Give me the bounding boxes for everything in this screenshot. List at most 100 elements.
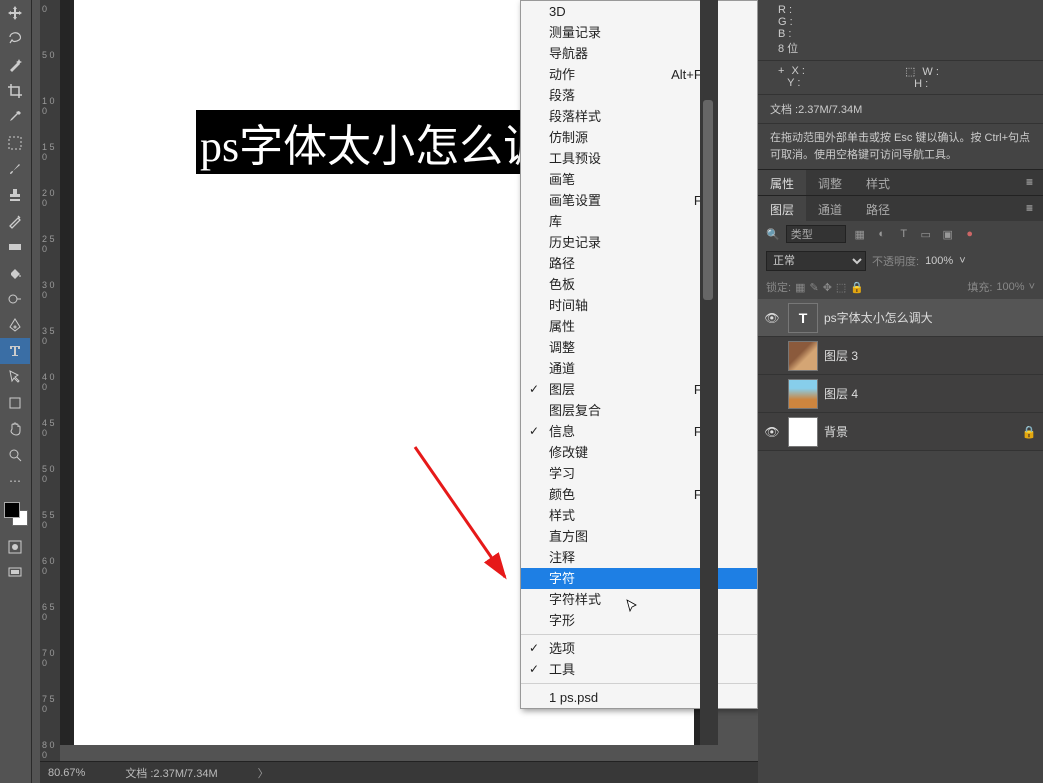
tab-adjustments[interactable]: 调整 <box>806 170 854 195</box>
menu-item[interactable]: ✓工具 <box>521 659 757 680</box>
lock-paint-icon[interactable]: ✎ <box>809 281 818 294</box>
layer-name[interactable]: 图层 3 <box>824 347 1039 364</box>
menu-item[interactable]: 路径 <box>521 253 757 274</box>
menu-item[interactable]: 工具预设 <box>521 148 757 169</box>
menu-item[interactable]: 图层复合 <box>521 400 757 421</box>
eyedropper-tool[interactable] <box>0 104 30 130</box>
dodge-tool[interactable] <box>0 286 30 312</box>
tab-channels[interactable]: 通道 <box>806 196 854 221</box>
menu-item[interactable]: 学习 <box>521 463 757 484</box>
more-tools-icon[interactable]: ⋯ <box>0 468 30 494</box>
visibility-toggle[interactable]: 👁 <box>762 311 782 325</box>
menu-item[interactable]: 仿制源 <box>521 127 757 148</box>
layer-row[interactable]: 👁 Tps字体太小怎么调大 <box>758 299 1043 337</box>
chevron-down-icon[interactable]: ˅ <box>959 255 965 267</box>
menu-item[interactable]: 属性 <box>521 316 757 337</box>
menu-item[interactable]: 导航器 <box>521 43 757 64</box>
brush-tool[interactable] <box>0 156 30 182</box>
menu-item[interactable]: 动作Alt+F9 <box>521 64 757 85</box>
gradient-tool[interactable] <box>0 234 30 260</box>
filter-image-icon[interactable]: ▦ <box>852 226 868 242</box>
history-brush-tool[interactable] <box>0 208 30 234</box>
panel-menu-icon[interactable]: ≡ <box>1016 170 1043 195</box>
opacity-value[interactable]: 100% <box>925 255 953 267</box>
path-select-tool[interactable] <box>0 364 30 390</box>
menu-item[interactable]: 时间轴 <box>521 295 757 316</box>
bucket-tool[interactable] <box>0 260 30 286</box>
tab-styles[interactable]: 样式 <box>854 170 902 195</box>
menu-item[interactable]: ✓图层F7 <box>521 379 757 400</box>
menu-item[interactable]: 颜色F6 <box>521 484 757 505</box>
layer-row[interactable]: 图层 4 <box>758 375 1043 413</box>
filter-adjust-icon[interactable]: ◐ <box>874 226 890 242</box>
lock-transparency-icon[interactable]: ▦ <box>795 281 805 294</box>
status-chevron-icon[interactable]: 〉 <box>258 765 269 781</box>
menu-separator <box>521 634 757 635</box>
menu-item[interactable]: 修改键 <box>521 442 757 463</box>
move-tool[interactable] <box>0 0 30 26</box>
menu-item[interactable]: 1 ps.psd <box>521 687 757 708</box>
menu-item[interactable]: 通道 <box>521 358 757 379</box>
menu-item[interactable]: 历史记录 <box>521 232 757 253</box>
lock-all-icon[interactable]: 🔒 <box>850 281 864 294</box>
menu-item[interactable]: 直方图 <box>521 526 757 547</box>
layer-name[interactable]: 图层 4 <box>824 385 1039 402</box>
layer-row[interactable]: 👁背景🔒 <box>758 413 1043 451</box>
layer-thumbnail[interactable] <box>788 417 818 447</box>
tab-properties[interactable]: 属性 <box>758 170 806 195</box>
wand-tool[interactable] <box>0 52 30 78</box>
crop-tool[interactable] <box>0 78 30 104</box>
menu-item[interactable]: 色板 <box>521 274 757 295</box>
shape-tool[interactable] <box>0 390 30 416</box>
marquee-tool[interactable] <box>0 130 30 156</box>
fill-value[interactable]: 100% <box>996 281 1024 293</box>
menu-item[interactable]: 测量记录 <box>521 22 757 43</box>
lock-nested-icon[interactable]: ⬚ <box>836 281 846 294</box>
pen-tool[interactable] <box>0 312 30 338</box>
menu-item[interactable]: 字形 <box>521 610 757 631</box>
menu-item[interactable]: 画笔设置F5 <box>521 190 757 211</box>
panel-menu-icon[interactable]: ≡ <box>1016 196 1043 221</box>
filter-shape-icon[interactable]: ▭ <box>918 226 934 242</box>
layer-filter-select[interactable] <box>786 225 846 243</box>
filter-toggle-icon[interactable]: ● <box>962 226 978 242</box>
menu-item[interactable]: 库 <box>521 211 757 232</box>
menu-item[interactable]: ✓选项 <box>521 638 757 659</box>
layer-thumbnail[interactable] <box>788 379 818 409</box>
scroll-thumb[interactable] <box>703 100 713 300</box>
screen-mode-tool[interactable] <box>0 560 30 586</box>
menu-item[interactable]: 3D <box>521 1 757 22</box>
layer-name[interactable]: ps字体太小怎么调大 <box>824 309 1039 326</box>
stamp-tool[interactable] <box>0 182 30 208</box>
menu-item[interactable]: 样式 <box>521 505 757 526</box>
filter-smart-icon[interactable]: ▣ <box>940 226 956 242</box>
menu-item[interactable]: 段落样式 <box>521 106 757 127</box>
chevron-down-icon[interactable]: ˅ <box>1029 281 1035 293</box>
layer-thumbnail[interactable] <box>788 341 818 371</box>
zoom-value[interactable]: 80.67% <box>48 767 85 779</box>
menu-item[interactable]: 画笔 <box>521 169 757 190</box>
menu-item[interactable]: 段落 <box>521 85 757 106</box>
layer-name[interactable]: 背景 <box>824 423 1019 440</box>
type-tool[interactable] <box>0 338 30 364</box>
menu-item[interactable]: ✓信息F8 <box>521 421 757 442</box>
filter-type-icon[interactable]: T <box>896 226 912 242</box>
blend-mode-select[interactable]: 正常 <box>766 251 866 271</box>
vertical-scrollbar[interactable] <box>700 0 718 745</box>
visibility-toggle[interactable]: 👁 <box>762 425 782 439</box>
layer-thumbnail[interactable]: T <box>788 303 818 333</box>
menu-item[interactable]: 调整 <box>521 337 757 358</box>
hand-tool[interactable] <box>0 416 30 442</box>
text-layer-content[interactable]: ps字体太小怎么调 <box>196 110 551 174</box>
zoom-tool[interactable] <box>0 442 30 468</box>
menu-item[interactable]: 字符 <box>521 568 757 589</box>
tab-paths[interactable]: 路径 <box>854 196 902 221</box>
color-swatch[interactable] <box>4 502 28 526</box>
layer-row[interactable]: 图层 3 <box>758 337 1043 375</box>
menu-item[interactable]: 注释 <box>521 547 757 568</box>
lasso-tool[interactable] <box>0 26 30 52</box>
quickmask-tool[interactable] <box>0 534 30 560</box>
menu-item[interactable]: 字符样式 <box>521 589 757 610</box>
tab-layers[interactable]: 图层 <box>758 196 806 221</box>
lock-position-icon[interactable]: ✥ <box>823 281 832 294</box>
